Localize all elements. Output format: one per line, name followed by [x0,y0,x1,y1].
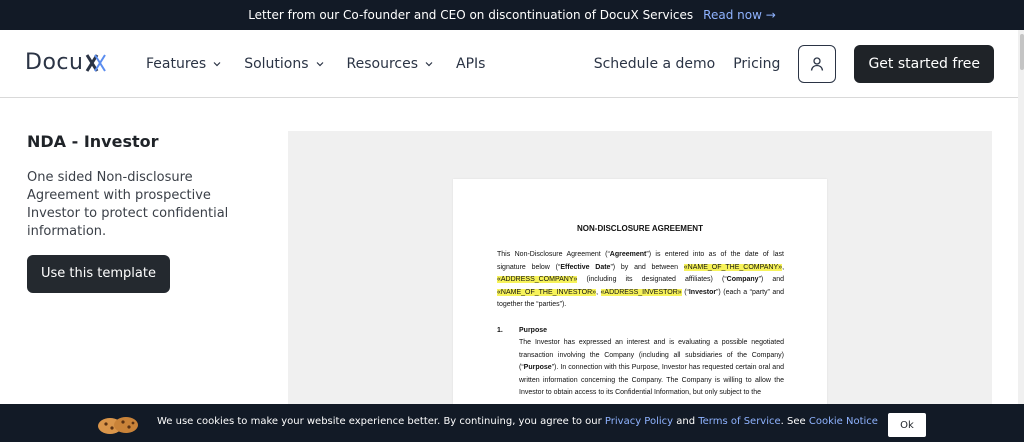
document-preview: NON-DISCLOSURE AGREEMENT This Non-Disclo… [288,131,992,442]
get-started-button[interactable]: Get started free [854,45,994,83]
chevron-down-icon [213,62,221,67]
nav-features[interactable]: Features [146,56,222,72]
template-info: NDA - Investor One sided Non-disclosure … [27,132,247,293]
cookie-icon [98,417,138,434]
nav-resources-label: Resources [346,56,419,72]
chevron-down-icon [425,62,433,67]
intro-bold: Agreement [609,251,647,258]
nav-apis[interactable]: APIs [456,56,485,72]
logo-text: Docu [25,50,84,75]
intro-text: (including its designated affiliates) (“ [577,276,727,283]
intro-text: ”) and [758,276,784,283]
field-address-company: «ADDRESS_COMPANY» [497,276,578,283]
intro-text: This Non-Disclosure Agreement (“ [497,251,610,258]
cookie-text: . See [780,416,809,427]
privacy-policy-link[interactable]: Privacy Policy [605,416,673,427]
section-heading: Purpose [519,327,548,334]
cookie-notice-link[interactable]: Cookie Notice [809,416,878,427]
cookie-banner: We use cookies to make your website expe… [0,404,1024,442]
cookie-message: We use cookies to make your website expe… [157,416,878,427]
field-name-company: «NAME_OF_THE_COMPANY» [683,263,783,271]
nav-solutions-label: Solutions [244,56,309,72]
nav-apis-label: APIs [456,56,486,72]
logo-x-icon [86,53,107,72]
nav-resources[interactable]: Resources [347,56,435,72]
nav-menu: Features Solutions Resources APIs [146,30,485,98]
cookie-text: We use cookies to make your website expe… [157,416,605,427]
intro-bold: Effective Date [560,263,611,271]
section-text: ”). In connection with this Purpose, Inv… [519,364,784,396]
intro-text: , [596,288,601,296]
user-icon [811,57,824,71]
document-page: NON-DISCLOSURE AGREEMENT This Non-Disclo… [453,179,827,442]
document-title: NON-DISCLOSURE AGREEMENT [577,224,703,233]
nav-solutions[interactable]: Solutions [244,56,324,72]
chevron-down-icon [316,62,323,67]
field-name-investor: «NAME_OF_THE_INVESTOR» [497,288,597,296]
terms-of-service-link[interactable]: Terms of Service [698,416,780,427]
docux-logo[interactable]: Docu [25,50,111,75]
page-scrollbar[interactable] [1018,30,1024,442]
read-now-link[interactable]: Read now → [703,8,776,22]
announcement-message: Letter from our Co-founder and CEO on di… [248,8,694,22]
cookie-text: and [673,416,699,427]
account-button[interactable] [798,45,837,83]
nav-features-label: Features [146,56,207,72]
cookie-ok-button[interactable]: Ok [888,413,926,437]
section-body: The Investor has expressed an interest a… [519,337,784,400]
nav-actions: Schedule a demo Pricing Get started free [594,30,994,98]
main-navigation: Docu Features Solutions Resources APIs S… [0,30,1024,98]
document-intro: This Non-Disclosure Agreement (“Agreemen… [497,249,784,312]
intro-text: ”) by and between [610,263,684,271]
intro-bold: Investor [688,288,717,296]
field-address-investor: «ADDRESS_INVESTOR» [600,288,682,296]
pricing-link[interactable]: Pricing [733,56,780,72]
intro-text: , [782,263,785,271]
schedule-demo-link[interactable]: Schedule a demo [594,56,716,72]
intro-bold: Company [726,276,759,283]
template-description: One sided Non-disclosure Agreement with … [27,170,229,239]
intro-text: (“ [681,288,689,296]
announcement-bar: Letter from our Co-founder and CEO on di… [0,0,1024,30]
use-template-button[interactable]: Use this template [27,255,170,293]
section-bold: Purpose [523,364,552,371]
section-number: 1. [497,327,503,334]
template-title: NDA - Investor [27,132,159,151]
page-scrollbar-thumb[interactable] [1020,34,1024,70]
